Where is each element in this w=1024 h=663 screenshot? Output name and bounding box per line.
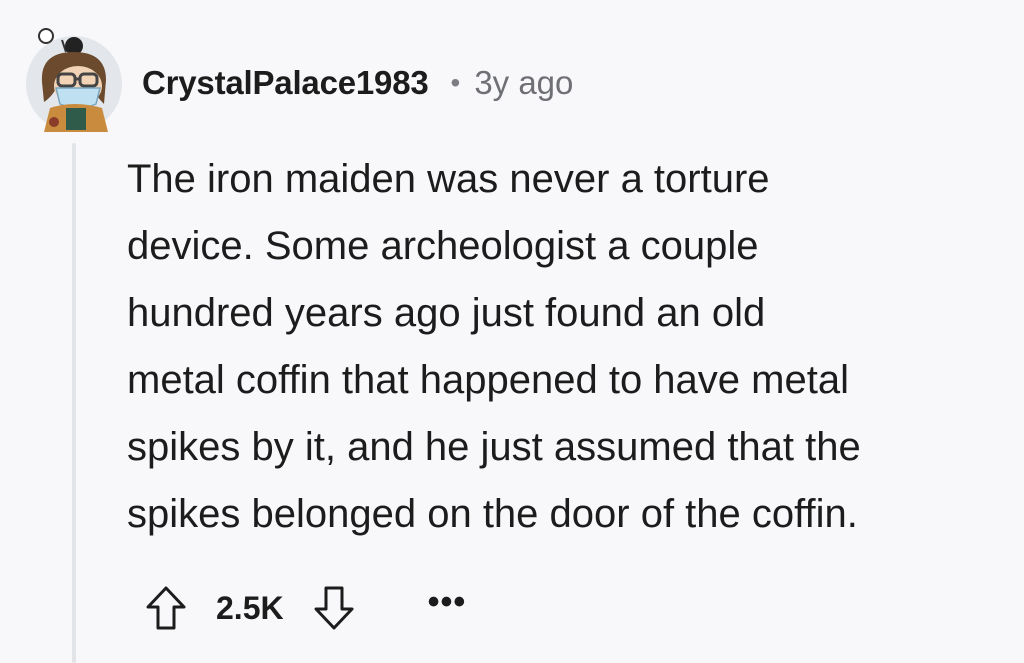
- comment-actions: 2.5K •••: [138, 578, 466, 638]
- comment-body-line: metal coffin that happened to have metal: [127, 358, 849, 402]
- timestamp[interactable]: 3y ago: [474, 64, 573, 102]
- more-options-icon[interactable]: •••: [428, 585, 467, 624]
- comment-body-line: hundred years ago just found an old: [127, 291, 766, 335]
- comment-header: CrystalPalace1983 • 3y ago: [142, 58, 573, 108]
- comment-body-line: The iron maiden was never a torture: [127, 157, 770, 201]
- upvote-button[interactable]: [138, 580, 194, 636]
- avatar[interactable]: [22, 22, 128, 132]
- comment-body-line: spikes by it, and he just assumed that t…: [127, 425, 861, 469]
- comment-body: The iron maiden was never a torture devi…: [127, 146, 1007, 548]
- comment-body-line: spikes belonged on the door of the coffi…: [127, 492, 858, 536]
- username[interactable]: CrystalPalace1983: [142, 64, 429, 102]
- thread-line[interactable]: [72, 143, 76, 663]
- upvote-arrow-icon: [146, 586, 186, 630]
- downvote-button[interactable]: [306, 580, 362, 636]
- avatar-illustration: [26, 28, 122, 132]
- vote-score: 2.5K: [216, 589, 284, 626]
- separator-dot: •: [450, 67, 461, 98]
- comment-body-line: device. Some archeologist a couple: [127, 224, 759, 268]
- downvote-arrow-icon: [314, 586, 354, 630]
